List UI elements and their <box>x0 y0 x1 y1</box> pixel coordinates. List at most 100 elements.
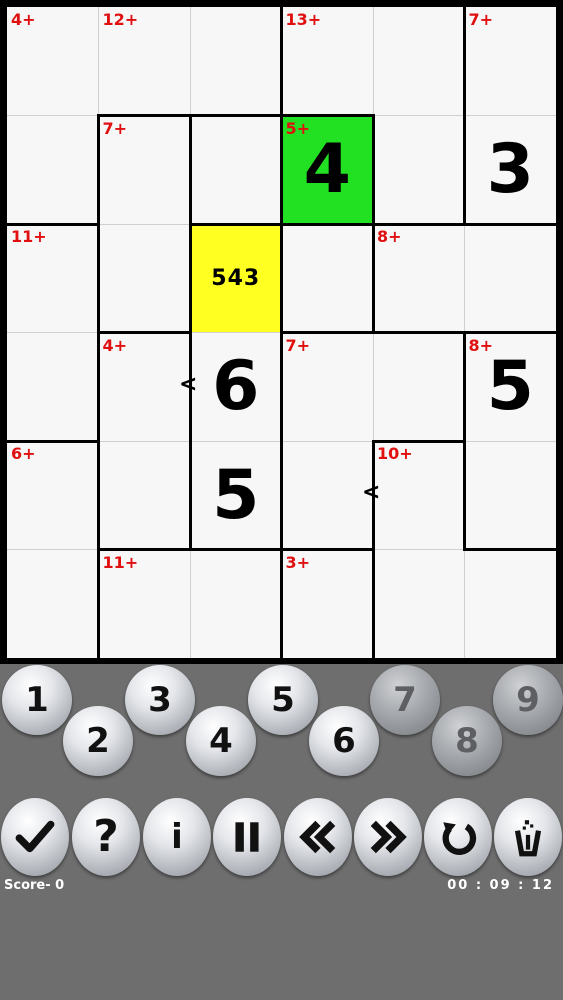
grid-cell[interactable]: 7+ <box>98 115 190 224</box>
cage-clue: 4+ <box>102 335 128 355</box>
grid-cell[interactable] <box>464 549 556 658</box>
cage-clue: 7+ <box>102 118 128 138</box>
cell-candidates: 543 <box>211 265 261 291</box>
puzzle-board: 4+ 12+ 13+ 7+ 7+ 5+ 4 3 11+ 543 8+ 4+ 6 7+ 8+ 5 6+ 5 10+ 11… <box>0 0 563 664</box>
cell-value: 6 <box>212 347 260 427</box>
cage-border <box>5 439 100 443</box>
cage-border <box>280 222 375 226</box>
cage-border <box>280 548 283 660</box>
cage-border <box>371 439 466 443</box>
cell-value: 3 <box>486 130 534 210</box>
cage-border <box>371 331 466 334</box>
grid-cell[interactable] <box>373 332 465 441</box>
number-button-9[interactable]: 9 <box>493 665 563 735</box>
cage-border <box>463 222 558 226</box>
cage-clue: 7+ <box>285 335 311 355</box>
cell-value: 5 <box>212 455 260 535</box>
grid-cell[interactable] <box>373 549 465 658</box>
cage-border <box>463 439 466 551</box>
grid-cell[interactable] <box>7 332 99 441</box>
cell-value: 4 <box>303 130 351 210</box>
grid-cell[interactable]: 8+ 5 <box>464 332 556 441</box>
cage-border <box>371 222 375 334</box>
cage-border <box>97 331 100 443</box>
grid-cell[interactable] <box>98 441 190 550</box>
grid-cell[interactable] <box>373 115 465 224</box>
info-button[interactable]: i <box>143 798 211 876</box>
cage-border <box>97 439 100 551</box>
cage-clue: 3+ <box>285 552 311 572</box>
cage-border <box>371 222 466 226</box>
hint-button[interactable]: ? <box>72 798 140 876</box>
game-timer: 00 : 09 : 12 <box>447 878 554 893</box>
grid-cell[interactable]: 6 <box>190 332 282 441</box>
grid-cell[interactable] <box>464 441 556 550</box>
grid-cell[interactable] <box>190 7 282 116</box>
cage-border <box>188 222 192 334</box>
grid-cell[interactable]: 4+ <box>98 332 190 441</box>
cage-border <box>463 331 466 443</box>
grid-cell[interactable]: 7+ <box>281 332 373 441</box>
cage-border <box>463 114 466 226</box>
undo-button[interactable] <box>284 798 352 876</box>
cage-border <box>188 439 192 551</box>
grid-cell[interactable] <box>281 224 373 333</box>
cage-border <box>97 548 100 660</box>
number-button-1[interactable]: 1 <box>2 665 72 735</box>
check-icon <box>15 820 55 853</box>
cage-border <box>280 114 283 226</box>
question-icon: ? <box>93 811 119 862</box>
cage-border <box>97 548 192 551</box>
number-button-8[interactable]: 8 <box>432 706 502 776</box>
clear-button[interactable] <box>494 798 562 876</box>
pause-button[interactable] <box>213 798 281 876</box>
cage-border <box>280 439 283 551</box>
grid-cell[interactable]: 10+ <box>373 441 465 550</box>
cage-clue: 11+ <box>11 227 47 246</box>
grid-cell[interactable] <box>190 549 282 658</box>
restart-button[interactable] <box>424 798 492 876</box>
grid-cell[interactable] <box>7 115 99 224</box>
grid-cell[interactable] <box>190 115 282 224</box>
grid-cell[interactable] <box>7 549 99 658</box>
redo-button[interactable] <box>354 798 422 876</box>
grid-cell[interactable] <box>373 7 465 116</box>
cage-border <box>280 331 283 443</box>
grid-cell[interactable]: 4+ <box>7 7 99 116</box>
grid-cell[interactable]: 8+ <box>373 224 465 333</box>
restart-icon <box>442 822 477 855</box>
number-button-3[interactable]: 3 <box>125 665 195 735</box>
cage-border <box>188 222 283 226</box>
grid-cell[interactable] <box>281 441 373 550</box>
number-button-5[interactable]: 5 <box>248 665 318 735</box>
grid-cell[interactable]: 13+ <box>281 7 373 116</box>
grid-cell[interactable]: 5+ 4 <box>281 115 373 224</box>
grid-cell[interactable]: 11+ <box>7 224 99 333</box>
grid-cell[interactable]: 11+ <box>98 549 190 658</box>
inequality-marker: < <box>179 371 198 397</box>
cage-border <box>97 222 100 334</box>
cell-value: 5 <box>486 347 534 427</box>
cage-clue: 13+ <box>285 10 322 29</box>
grid-cell[interactable]: 6+ <box>7 441 99 550</box>
cage-clue: 8+ <box>377 227 402 246</box>
grid-cell[interactable]: 543 <box>190 224 282 333</box>
cage-border <box>97 114 192 117</box>
number-button-2[interactable]: 2 <box>63 706 133 776</box>
grid-cell[interactable]: 5 <box>190 441 282 550</box>
check-button[interactable] <box>1 798 69 876</box>
grid-cell[interactable]: 3+ <box>281 549 373 658</box>
cage-border <box>280 5 283 117</box>
grid-cell[interactable]: 3 <box>464 115 556 224</box>
cage-border <box>463 5 466 117</box>
number-button-6[interactable]: 6 <box>309 706 379 776</box>
grid-cell[interactable] <box>464 224 556 333</box>
grid-cell[interactable] <box>98 224 190 333</box>
pause-icon <box>235 822 259 852</box>
grid-cell[interactable]: 7+ <box>464 7 556 116</box>
number-button-4[interactable]: 4 <box>186 706 256 776</box>
number-button-7[interactable]: 7 <box>370 665 440 735</box>
info-icon: i <box>171 817 183 857</box>
cage-border <box>97 114 100 226</box>
grid-cell[interactable]: 12+ <box>98 7 190 116</box>
